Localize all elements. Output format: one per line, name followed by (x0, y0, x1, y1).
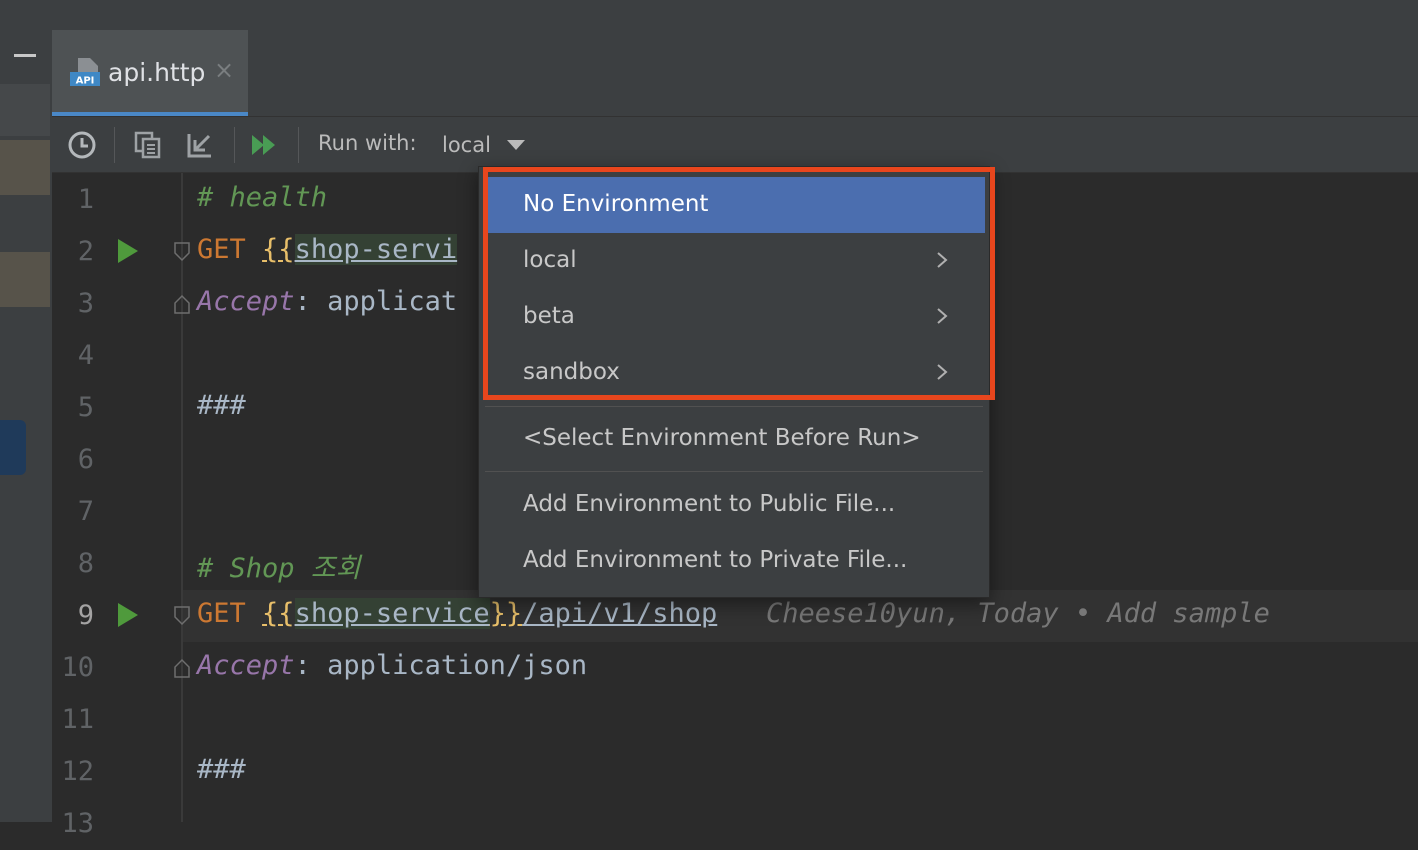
code-text: Accept: applicat (197, 286, 457, 317)
tab-title: api.http (108, 58, 206, 87)
chevron-right-icon (937, 252, 948, 268)
line-number: 7 (77, 496, 94, 527)
header-colon: : (294, 286, 311, 317)
request-path: /api/v1/shop (522, 598, 718, 629)
menu-divider (485, 406, 983, 407)
line-number: 13 (61, 808, 94, 839)
menu-item-beta[interactable]: beta (479, 289, 989, 345)
minimize-icon[interactable] (14, 54, 36, 57)
line-number: 2 (77, 236, 94, 267)
code-text: Accept: application/json (197, 650, 587, 681)
comment: # health (197, 182, 328, 213)
line-number: 12 (61, 756, 94, 787)
code-text: # health (197, 182, 327, 213)
toolbar-separator (234, 127, 235, 163)
line-number: 6 (77, 444, 94, 475)
run-all-icon[interactable] (248, 129, 280, 161)
line-number: 9 (77, 600, 94, 631)
menu-item-label: No Environment (523, 191, 709, 217)
environment-selector[interactable]: local (442, 127, 525, 163)
menu-item-label: local (523, 247, 577, 273)
line-number: 8 (77, 548, 94, 579)
menu-item-no-environment[interactable]: No Environment (488, 177, 985, 233)
copy-icon[interactable] (132, 129, 164, 161)
strip-highlight-block (0, 140, 50, 195)
chevron-down-icon (506, 140, 525, 150)
header-colon: : (294, 650, 311, 681)
strip-highlight-block (0, 252, 50, 307)
header-value: application/json (310, 650, 588, 681)
run-request-icon[interactable] (118, 603, 138, 627)
left-tool-strip (0, 0, 52, 822)
http-file-icon: API (70, 58, 100, 87)
line-number: 11 (61, 704, 94, 735)
line-number: 1 (77, 184, 94, 215)
brace-close: }} (489, 598, 523, 629)
chevron-right-icon (937, 308, 948, 324)
menu-item-add-private-env[interactable]: Add Environment to Private File... (479, 533, 989, 589)
toolbar-separator (298, 127, 299, 163)
tab-api-http[interactable]: API api.http × (52, 30, 248, 116)
import-icon[interactable] (184, 129, 216, 161)
fold-end-icon[interactable] (174, 294, 190, 314)
menu-item-label: beta (523, 303, 575, 329)
editor-tab-bar: API api.http × (52, 0, 1418, 117)
brace-open: {{ (262, 234, 295, 265)
comment: # Shop 조회 (197, 553, 361, 584)
http-client-toolbar: Run with: local (52, 117, 1418, 173)
brace-open: {{ (262, 598, 295, 629)
request-separator: ### (197, 390, 246, 421)
code-line: 11 (52, 694, 1418, 746)
strip-selection-marker (0, 420, 26, 475)
menu-item-add-public-env[interactable]: Add Environment to Public File... (479, 477, 989, 533)
menu-item-local[interactable]: local (479, 233, 989, 289)
line-number: 10 (61, 652, 94, 683)
code-text: # Shop 조회 (197, 546, 360, 585)
header-name: Accept (197, 286, 295, 317)
code-text: ### (197, 754, 246, 785)
fold-end-icon[interactable] (174, 658, 190, 678)
tab-close-icon[interactable]: × (214, 56, 234, 84)
chevron-right-icon (937, 364, 948, 380)
header-name: Accept (197, 650, 295, 681)
history-icon[interactable] (66, 129, 98, 161)
svg-text:API: API (76, 76, 95, 87)
tab-active-indicator (52, 112, 248, 116)
code-line: 12 ### (52, 746, 1418, 798)
env-variable: shop-servi (294, 234, 458, 265)
environment-value: local (442, 133, 491, 157)
run-request-icon[interactable] (118, 239, 138, 263)
http-method: GET (197, 234, 246, 265)
code-text: GET {{shop-servi (197, 234, 458, 265)
header-value: applicat (310, 286, 458, 317)
run-with-label: Run with: (318, 131, 417, 155)
http-method: GET (197, 598, 246, 629)
git-blame-annotation: Cheese10yun, Today • Add sample (766, 598, 1270, 629)
code-text: ### (197, 390, 246, 421)
strip-block (0, 84, 50, 136)
line-number: 3 (77, 288, 94, 319)
line-number: 5 (77, 392, 94, 423)
toolbar-separator (114, 127, 115, 163)
menu-item-sandbox[interactable]: sandbox (479, 345, 989, 401)
menu-item-select-before-run[interactable]: <Select Environment Before Run> (479, 411, 989, 467)
code-line: 10 Accept: application/json (52, 642, 1418, 694)
menu-divider (485, 471, 983, 472)
menu-item-label: Add Environment to Private File... (523, 547, 908, 573)
menu-item-label: <Select Environment Before Run> (523, 425, 921, 451)
fold-icon[interactable] (174, 242, 190, 262)
environment-popup-menu: No Environment local beta sandbox <Selec… (478, 166, 990, 598)
env-variable: shop-service (294, 598, 490, 629)
code-text: GET {{shop-service}}/api/v1/shop Cheese1… (197, 598, 1270, 629)
fold-icon[interactable] (174, 606, 190, 626)
code-line: 13 (52, 798, 1418, 850)
menu-item-label: Add Environment to Public File... (523, 491, 896, 517)
line-number: 4 (77, 340, 94, 371)
menu-item-label: sandbox (523, 359, 620, 385)
request-separator: ### (197, 754, 246, 785)
